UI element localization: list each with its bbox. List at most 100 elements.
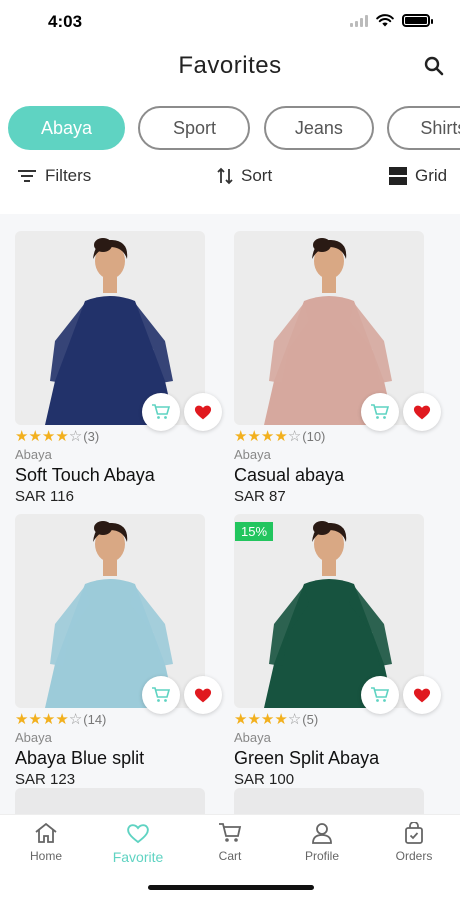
star-filled-icon: ★ [15, 428, 29, 445]
tab-profile[interactable]: Profile [276, 821, 368, 863]
product-card[interactable]: 15% ★ ★ ★ ★ ☆ (5) Abaya Green Split Abaya SAR… [234, 514, 441, 794]
chip-jeans[interactable]: Jeans [263, 106, 374, 150]
product-card[interactable]: ★ ★ ★ ★ ☆ (10) Abaya Casual abaya SAR 87 [234, 231, 441, 511]
product-grid: ★ ★ ★ ★ ☆ (3) Abaya Soft Touch Abaya SAR 116 … [0, 214, 460, 814]
cart-icon [371, 404, 390, 419]
star-filled-icon: ★ [274, 711, 288, 728]
star-filled-icon: ★ [234, 428, 248, 445]
page-title: Favorites [178, 52, 282, 79]
favorite-button[interactable] [184, 393, 222, 431]
product-image[interactable] [234, 231, 424, 425]
sort-label: Sort [241, 166, 273, 185]
filter-icon [18, 170, 36, 182]
wifi-icon [376, 14, 394, 27]
review-count: (14) [83, 712, 107, 727]
battery-icon [402, 14, 433, 27]
product-photo [15, 514, 205, 708]
header: Favorites [0, 44, 460, 90]
product-name[interactable]: Green Split Abaya [234, 748, 379, 769]
cart-icon [152, 404, 171, 419]
product-price: SAR 123 [15, 771, 76, 788]
category-chips: Abaya Sport Jeans Shirts [8, 106, 460, 152]
rating: ★ ★ ★ ★ ☆ (14) [15, 712, 106, 727]
star-filled-icon: ★ [274, 428, 288, 445]
tab-home[interactable]: Home [0, 821, 92, 863]
star-empty-icon: ☆ [287, 428, 302, 445]
product-card[interactable]: ★ ★ ★ ★ ☆ (3) Abaya Soft Touch Abaya SAR 116 [15, 231, 222, 511]
bag-check-icon [405, 822, 423, 844]
star-filled-icon: ★ [260, 428, 275, 445]
tab-cart[interactable]: Cart [184, 821, 276, 863]
heart-filled-icon [194, 405, 212, 420]
product-image[interactable] [234, 514, 424, 708]
discount-badge: 15% [235, 522, 274, 541]
toolbar: Filters Sort Grid [0, 160, 460, 196]
add-to-cart-button[interactable] [361, 676, 399, 714]
star-filled-icon: ★ [28, 428, 42, 445]
cart-icon [371, 687, 390, 702]
product-photo [234, 231, 424, 425]
rating: ★ ★ ★ ★ ☆ (10) [234, 429, 325, 444]
product-card[interactable]: ★ ★ ★ ★ ☆ (14) Abaya Abaya Blue split SAR 123 [15, 514, 222, 794]
add-to-cart-button[interactable] [142, 676, 180, 714]
cart-icon [219, 823, 242, 842]
favorite-button[interactable] [184, 676, 222, 714]
view-toggle-button[interactable]: Grid [389, 166, 447, 186]
product-category: Abaya [15, 730, 52, 745]
home-indicator [148, 885, 314, 890]
star-filled-icon: ★ [28, 711, 42, 728]
sort-icon [217, 167, 233, 185]
grid-view-icon [389, 167, 407, 185]
home-icon [35, 822, 57, 843]
chip-sport[interactable]: Sport [138, 106, 251, 150]
tab-label: Favorite [112, 849, 164, 865]
review-count: (10) [302, 429, 326, 444]
star-filled-icon: ★ [41, 428, 56, 445]
filters-button[interactable]: Filters [17, 166, 91, 186]
search-button[interactable] [422, 54, 446, 78]
heart-filled-icon [194, 688, 212, 703]
star-filled-icon: ★ [260, 711, 275, 728]
cart-icon [152, 687, 171, 702]
product-photo [234, 514, 424, 708]
heart-filled-icon [413, 688, 431, 703]
chip-shirts[interactable]: Shirts [387, 106, 460, 150]
tab-orders[interactable]: Orders [368, 821, 460, 863]
product-price: SAR 100 [234, 771, 295, 788]
bottom-tab-bar: Home Favorite Cart Profile Orders [0, 814, 460, 900]
product-category: Abaya [234, 730, 271, 745]
product-image[interactable] [15, 514, 205, 708]
status-icons [350, 14, 433, 27]
star-filled-icon: ★ [41, 711, 56, 728]
tab-label: Cart [218, 849, 242, 863]
review-count: (3) [83, 429, 100, 444]
chip-abaya[interactable]: Abaya [8, 106, 125, 150]
add-to-cart-button[interactable] [142, 393, 180, 431]
star-filled-icon: ★ [55, 428, 69, 445]
product-name[interactable]: Soft Touch Abaya [15, 465, 155, 486]
product-category: Abaya [15, 447, 52, 462]
product-category: Abaya [234, 447, 271, 462]
add-to-cart-button[interactable] [361, 393, 399, 431]
status-bar: 4:03 [0, 0, 460, 44]
tab-favorite[interactable]: Favorite [92, 821, 184, 865]
rating: ★ ★ ★ ★ ☆ (5) [234, 712, 318, 727]
sort-button[interactable]: Sort [217, 166, 272, 186]
tab-label: Home [29, 849, 62, 863]
favorite-button[interactable] [403, 676, 441, 714]
filters-label: Filters [45, 166, 92, 185]
tab-label: Orders [395, 849, 433, 863]
product-price: SAR 87 [234, 488, 286, 505]
product-price: SAR 116 [15, 488, 74, 505]
product-name[interactable]: Abaya Blue split [15, 748, 144, 769]
favorite-button[interactable] [403, 393, 441, 431]
view-label: Grid [415, 166, 448, 185]
product-image-partial[interactable] [15, 788, 205, 814]
rating: ★ ★ ★ ★ ☆ (3) [15, 429, 99, 444]
review-count: (5) [302, 712, 319, 727]
heart-filled-icon [413, 405, 431, 420]
product-name[interactable]: Casual abaya [234, 465, 344, 486]
product-photo [15, 231, 205, 425]
product-image-partial[interactable] [234, 788, 424, 814]
product-image[interactable] [15, 231, 205, 425]
